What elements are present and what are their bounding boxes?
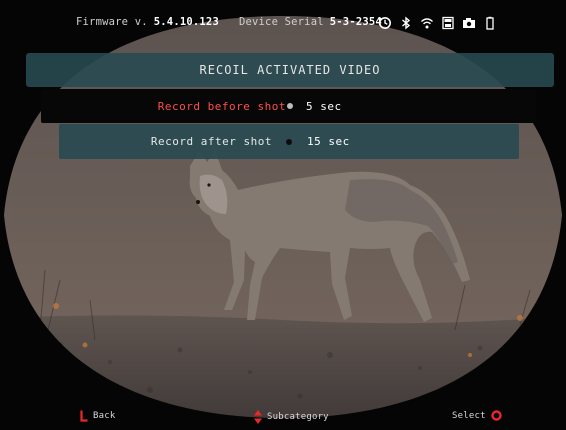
menu-title: RECOIL ACTIVATED VIDEO <box>199 63 381 77</box>
menu-item-label: Record before shot <box>157 99 286 113</box>
menu-item-record-before-shot[interactable]: Record before shot 5 sec <box>41 89 536 123</box>
firmware-version: 5.4.10.123 <box>153 16 219 28</box>
select-ring-icon <box>491 410 502 421</box>
camera-icon <box>463 18 475 28</box>
menu-title-banner: RECOIL ACTIVATED VIDEO <box>26 53 554 87</box>
button-hint-bar: Back Subcategory Select <box>0 404 566 430</box>
battery-icon <box>486 16 494 30</box>
recoil-timer-icon <box>378 17 391 29</box>
back-arrow-icon <box>80 410 88 422</box>
subcategory-hint[interactable]: Subcategory <box>254 410 329 424</box>
up-down-arrows-icon <box>254 410 262 424</box>
wifi-icon <box>421 18 433 29</box>
menu-item-record-after-shot[interactable]: Record after shot 15 sec <box>59 124 519 159</box>
status-icons <box>378 14 497 32</box>
selection-dot-icon <box>287 103 293 109</box>
selection-dot-icon <box>286 138 292 145</box>
select-hint[interactable]: Select <box>452 410 502 421</box>
menu-item-value: 5 sec <box>306 99 342 113</box>
select-label: Select <box>452 410 486 421</box>
sd-card-icon <box>442 16 454 30</box>
subcategory-label: Subcategory <box>267 412 329 422</box>
back-label: Back <box>93 411 116 421</box>
menu-item-label: Record after shot <box>150 135 272 148</box>
serial-label: Device Serial <box>238 16 324 28</box>
firmware-label: Firmware v. <box>76 16 148 28</box>
menu-item-value: 15 sec <box>307 135 350 148</box>
back-hint[interactable]: Back <box>80 410 115 422</box>
bluetooth-icon <box>402 16 411 30</box>
serial-number: 5-3-2354 <box>329 16 382 28</box>
